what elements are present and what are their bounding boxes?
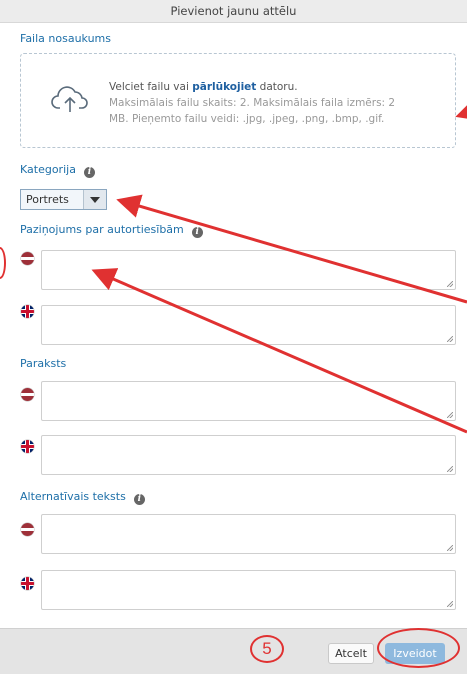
drop-instruction-suffix: datoru. [256, 81, 298, 93]
resize-grip-icon[interactable] [447, 336, 453, 342]
file-limits-line2: MB. Pieņemto failu veidi: .jpg, .jpeg, .… [109, 113, 385, 125]
flag-uk-icon [21, 577, 34, 590]
caption-label: Paraksts [20, 357, 67, 370]
caption-en-input[interactable] [41, 435, 456, 475]
copyright-label: Paziņojums par autortiesībām [20, 223, 184, 236]
resize-grip-icon[interactable] [447, 412, 453, 418]
resize-grip-icon[interactable] [447, 466, 453, 472]
drop-instruction: Velciet failu vai [109, 81, 193, 93]
copyright-lv-input[interactable] [41, 250, 456, 290]
resize-grip-icon[interactable] [447, 545, 453, 551]
file-name-label: Faila nosaukums [20, 32, 112, 45]
left-edge-highlight [0, 247, 6, 279]
copyright-en-input[interactable] [41, 305, 456, 345]
category-selected-value: Portrets [26, 193, 69, 206]
cancel-button[interactable]: Atcelt [328, 643, 374, 664]
create-button-highlight [377, 628, 460, 668]
category-select[interactable]: Portrets [20, 189, 107, 210]
file-limits-line1: Maksimālais failu skaits: 2. Maksimālais… [109, 97, 396, 109]
info-icon[interactable]: i [133, 494, 145, 505]
flag-uk-icon [21, 305, 34, 318]
caption-lv-input[interactable] [41, 381, 456, 421]
cloud-upload-icon [51, 86, 88, 112]
alt-text-lv-input[interactable] [41, 514, 456, 554]
flag-latvia-icon [21, 388, 34, 401]
dropzone-text: Velciet failu vai pārlūkojiet datoru. Ma… [109, 79, 449, 127]
category-label-row: Kategorija i [20, 163, 95, 178]
resize-grip-icon[interactable] [447, 281, 453, 287]
category-label: Kategorija [20, 163, 76, 176]
alt-text-label-row: Alternatīvais teksts i [20, 490, 145, 505]
copyright-label-row: Paziņojums par autortiesībām i [20, 223, 203, 238]
dialog-title: Pievienot jaunu attēlu [0, 0, 467, 23]
alt-text-label: Alternatīvais teksts [20, 490, 126, 503]
file-dropzone[interactable]: Velciet failu vai pārlūkojiet datoru. Ma… [20, 53, 456, 148]
resize-grip-icon[interactable] [447, 601, 453, 607]
browse-link[interactable]: pārlūkojiet [192, 81, 256, 93]
flag-latvia-icon [21, 523, 34, 536]
alt-text-en-input[interactable] [41, 570, 456, 610]
arrow-to-dropzone [455, 97, 467, 121]
info-icon[interactable]: i [191, 227, 203, 238]
flag-uk-icon [21, 440, 34, 453]
flag-latvia-icon [21, 252, 34, 265]
info-icon[interactable]: i [83, 167, 95, 178]
chevron-down-icon[interactable] [83, 190, 106, 209]
step-number-callout: 5 [250, 635, 284, 663]
